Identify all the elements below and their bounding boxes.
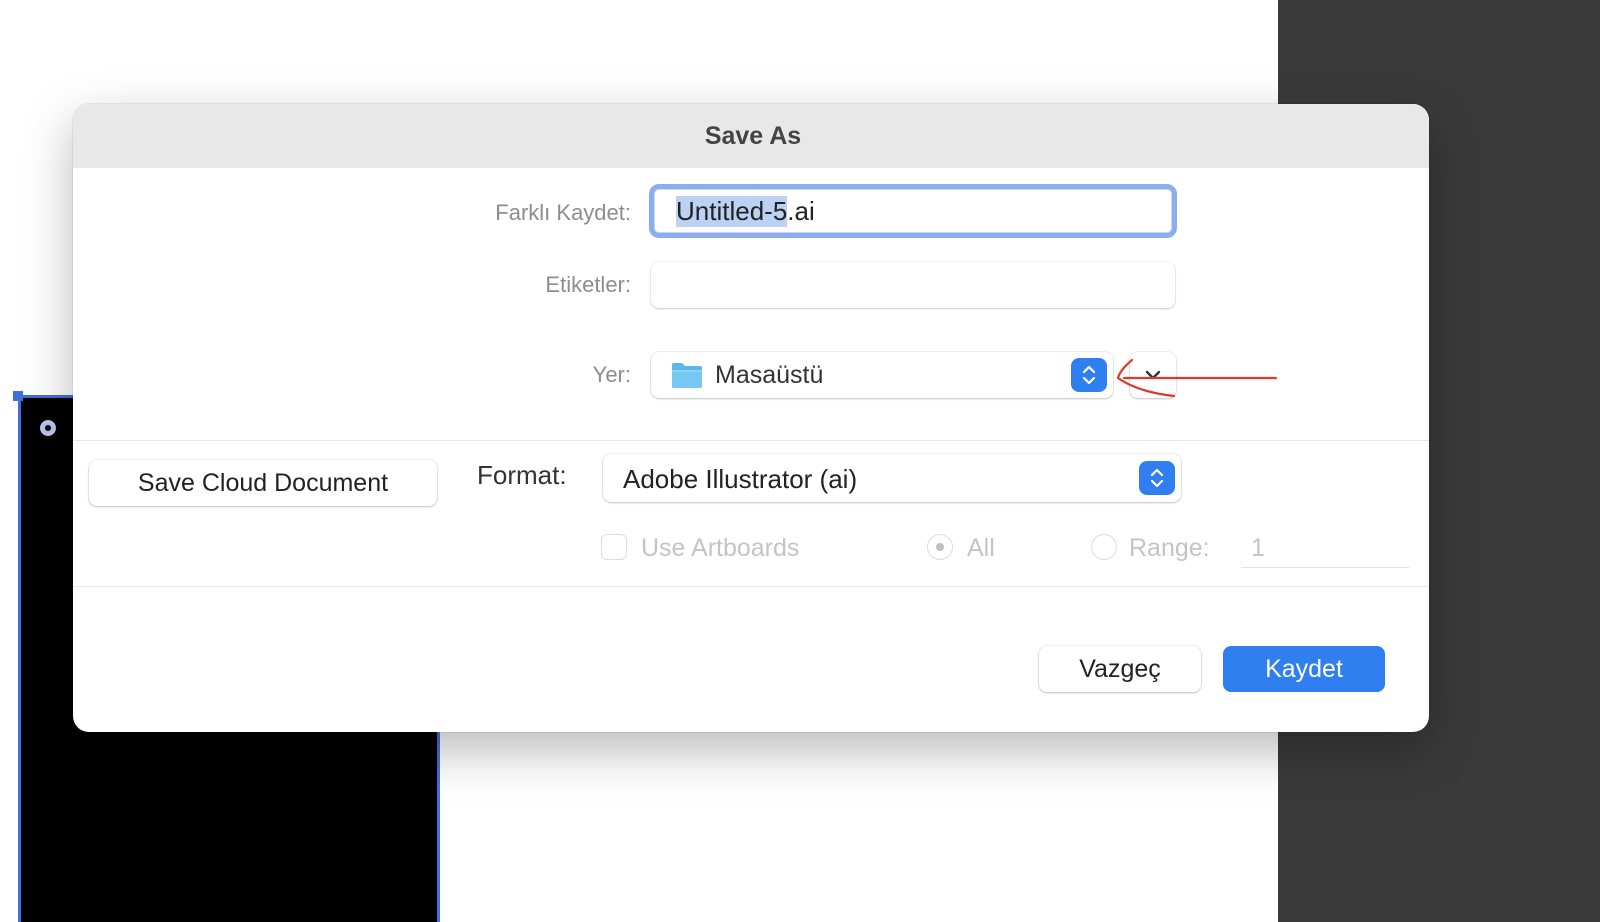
- format-value: Adobe Illustrator (ai): [623, 464, 858, 494]
- save-as-label: Farklı Kaydet:: [495, 200, 631, 225]
- range-label: Range:: [1129, 534, 1210, 562]
- location-value: Masaüstü: [715, 361, 824, 389]
- filename-selected-text: Untitled-5: [676, 195, 788, 227]
- save-as-dialog: Save As Farklı Kaydet: Untitled-5 .ai Eti…: [73, 104, 1429, 732]
- location-label: Yer:: [592, 362, 631, 387]
- all-radio[interactable]: [927, 534, 953, 560]
- filename-extension: .ai: [787, 195, 815, 226]
- save-cloud-document-button[interactable]: Save Cloud Document: [89, 460, 437, 506]
- use-artboards-checkbox[interactable]: [601, 534, 627, 560]
- dialog-titlebar: Save As: [73, 104, 1429, 168]
- folder-icon: [672, 363, 702, 388]
- dialog-title: Save As: [704, 121, 802, 150]
- format-label: Format:: [477, 460, 567, 490]
- artboard-options-icon[interactable]: [40, 420, 56, 436]
- format-select[interactable]: Adobe Illustrator (ai): [603, 454, 1181, 502]
- section-divider: [73, 586, 1429, 587]
- tags-label: Etiketler:: [545, 272, 631, 297]
- all-label: All: [967, 534, 995, 562]
- up-down-stepper-icon: [1139, 461, 1175, 495]
- range-value: 1: [1251, 534, 1265, 562]
- range-input[interactable]: 1: [1241, 528, 1409, 568]
- up-down-stepper-icon: [1071, 358, 1107, 392]
- location-select[interactable]: Masaüstü: [651, 352, 1113, 398]
- range-radio[interactable]: [1091, 534, 1117, 560]
- cancel-button[interactable]: Vazgeç: [1039, 646, 1201, 692]
- hand-drawn-arrow-icon: [1116, 358, 1278, 398]
- filename-input[interactable]: Untitled-5 .ai: [649, 184, 1177, 238]
- section-divider: [73, 440, 1429, 441]
- save-button[interactable]: Kaydet: [1223, 646, 1385, 692]
- use-artboards-label: Use Artboards: [641, 534, 800, 562]
- tags-input[interactable]: [651, 262, 1175, 308]
- artboard-corner-handle[interactable]: [13, 391, 23, 401]
